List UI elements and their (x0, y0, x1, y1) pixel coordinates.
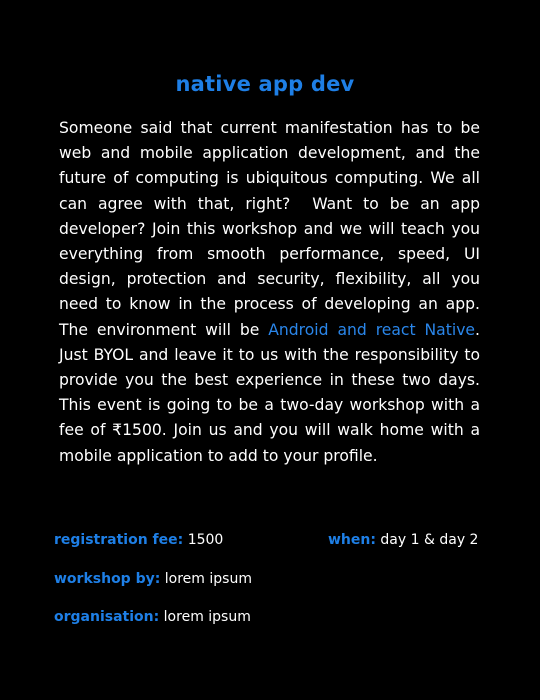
organisation-row: organisation: lorem ipsum (54, 609, 251, 625)
event-description: Someone said that current manifestation … (59, 116, 480, 469)
event-poster: native app dev Someone said that current… (0, 0, 540, 700)
description-text-part-2: . Just BYOL and leave it to us with the … (59, 320, 480, 465)
when-row: when: day 1 & day 2 (328, 532, 478, 548)
workshop-by-value: lorem ipsum (164, 571, 252, 587)
description-text-part-1: Someone said that current manifestation … (59, 119, 480, 339)
registration-fee-value: 1500 (187, 532, 224, 548)
workshop-by-label: workshop by: (54, 571, 161, 587)
organisation-value: lorem ipsum (163, 609, 251, 625)
description-highlight: Android and react Native (268, 320, 476, 339)
registration-fee-row: registration fee: 1500 (54, 532, 223, 548)
registration-fee-label: registration fee: (54, 532, 184, 548)
workshop-by-row: workshop by: lorem ipsum (54, 571, 252, 587)
when-value: day 1 & day 2 (380, 532, 479, 548)
organisation-label: organisation: (54, 609, 160, 625)
page-title: native app dev (175, 72, 355, 96)
when-label: when: (328, 532, 376, 548)
